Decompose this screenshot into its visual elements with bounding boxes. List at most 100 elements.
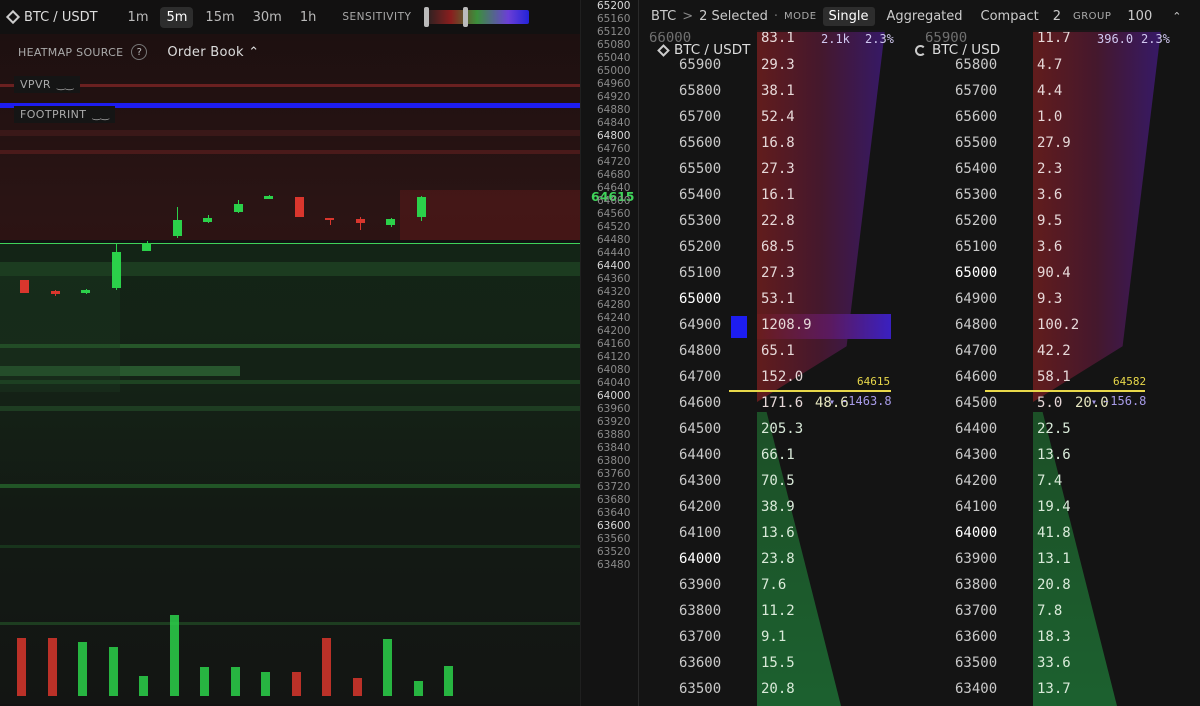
ask-level[interactable]: 65600 1.0 — [915, 106, 1191, 132]
ask-level[interactable]: 65100 3.6 — [915, 236, 1191, 262]
ladder-root[interactable]: BTC — [651, 9, 676, 24]
bid-level[interactable]: 64300 70.5 — [639, 470, 915, 496]
bid-level[interactable]: 63500 20.8 — [639, 678, 915, 704]
eye-closed-icon[interactable]: ‿‿ — [92, 110, 109, 121]
timeframe-1h[interactable]: 1h — [294, 7, 323, 28]
ask-level[interactable]: 64600 58.1 — [915, 366, 1191, 392]
bid-level[interactable]: 63400 13.7 — [915, 678, 1191, 704]
bid-level[interactable]: 63900 7.6 — [639, 574, 915, 600]
bid-level[interactable]: 64400 22.5 — [915, 418, 1191, 444]
sensitivity-max-handle[interactable] — [463, 7, 469, 27]
candle-up[interactable] — [416, 197, 426, 217]
candle-down[interactable] — [50, 291, 60, 294]
heatmap-source: HEATMAP SOURCE ? Order Book ⌃ — [18, 44, 259, 60]
bid-level[interactable]: 63600 15.5 — [639, 652, 915, 678]
level-size: 15.5 — [761, 655, 795, 671]
bid-level[interactable]: 63800 20.8 — [915, 574, 1191, 600]
bid-level[interactable]: 64200 38.9 — [639, 496, 915, 522]
bid-level[interactable]: 63700 7.8 — [915, 600, 1191, 626]
ladder-title[interactable]: BTC / USDT — [657, 42, 755, 58]
bid-level[interactable]: 64500 205.3 — [639, 418, 915, 444]
bid-level[interactable]: 64000 23.8 — [639, 548, 915, 574]
level-price: 65400 — [679, 187, 722, 203]
ask-level[interactable]: 65700 52.4 — [639, 106, 915, 132]
bid-level[interactable]: 63800 11.2 — [639, 600, 915, 626]
bid-level[interactable]: 63600 18.3 — [915, 626, 1191, 652]
ask-level[interactable]: 64700 42.2 — [915, 340, 1191, 366]
candle-up[interactable] — [203, 218, 212, 222]
price-tick: 63480 — [597, 559, 631, 571]
selected-count[interactable]: 2 Selected — [699, 9, 768, 24]
indicator-vpvr[interactable]: VPVR ‿‿ — [14, 76, 80, 93]
bid-level[interactable]: 63500 33.6 — [915, 652, 1191, 678]
ask-level[interactable]: 65500 27.9 — [915, 132, 1191, 158]
ask-level[interactable]: 65700 4.4 — [915, 80, 1191, 106]
bid-level[interactable]: 63700 9.1 — [639, 626, 915, 652]
volume-bar — [47, 637, 57, 696]
ask-level[interactable]: 65600 16.8 — [639, 132, 915, 158]
ask-level[interactable]: 65400 2.3 — [915, 158, 1191, 184]
candle-up[interactable] — [142, 242, 151, 251]
symbol-selector[interactable]: BTC / USDT — [5, 10, 98, 25]
bid-level[interactable]: 64100 19.4 — [915, 496, 1191, 522]
bid-level[interactable]: 64000 41.8 — [915, 522, 1191, 548]
group-chevron-icon[interactable]: ⌃ — [1172, 10, 1181, 23]
candle-up[interactable] — [264, 195, 273, 199]
level-size: 53.1 — [761, 291, 795, 307]
candle-up[interactable] — [233, 203, 243, 212]
timeframe-30m[interactable]: 30m — [247, 7, 288, 28]
candle-down[interactable] — [325, 218, 334, 221]
candle-down[interactable] — [294, 197, 304, 217]
bid-level[interactable]: 63900 13.1 — [915, 548, 1191, 574]
mode-aggregated[interactable]: Aggregated — [881, 7, 969, 26]
candle-down[interactable] — [355, 218, 365, 224]
ask-level[interactable]: 64800 65.1 — [639, 340, 915, 366]
ladder-title[interactable]: BTC / USD — [915, 42, 1005, 58]
ask-level[interactable]: 64900 9.3 — [915, 288, 1191, 314]
ask-level[interactable]: 65100 27.3 — [639, 262, 915, 288]
ask-level[interactable]: 65000 53.1 — [639, 288, 915, 314]
ask-level[interactable]: 65500 27.3 — [639, 158, 915, 184]
candle-up[interactable] — [386, 218, 395, 225]
sensitivity-min-handle[interactable] — [424, 7, 430, 27]
bid-level[interactable]: 64200 7.4 — [915, 470, 1191, 496]
indicator-footprint[interactable]: FOOTPRINT ‿‿ — [14, 106, 116, 123]
heatmap-source-select[interactable]: Order Book ⌃ — [167, 45, 259, 60]
delta-number: -156.8 — [1103, 394, 1147, 408]
compact-count: 2 — [1052, 8, 1061, 24]
bid-level[interactable]: 64100 13.6 — [639, 522, 915, 548]
candle-down[interactable] — [20, 280, 29, 293]
ask-level[interactable]: 65000 90.4 — [915, 262, 1191, 288]
ask-level[interactable]: 64800 100.2 — [915, 314, 1191, 340]
delta-number: -1463.8 — [841, 394, 892, 408]
ask-level[interactable]: 65300 22.8 — [639, 210, 915, 236]
candle-up[interactable] — [111, 252, 121, 289]
level-price: 64400 — [955, 421, 998, 437]
candle-up[interactable] — [81, 289, 90, 293]
timeframe-15m[interactable]: 15m — [199, 7, 240, 28]
ask-level[interactable]: 65300 3.6 — [915, 184, 1191, 210]
mode-compact[interactable]: Compact — [975, 7, 1045, 26]
candle-up[interactable] — [172, 219, 182, 237]
level-price: 65800 — [679, 83, 722, 99]
price-tick: 64160 — [597, 338, 631, 350]
sensitivity-slider[interactable] — [424, 7, 530, 27]
price-tick: 64720 — [597, 156, 631, 168]
ask-level[interactable]: 65400 16.1 — [639, 184, 915, 210]
bid-level[interactable]: 64300 13.6 — [915, 444, 1191, 470]
price-axis[interactable]: 64615 65200 65160 65120 65080 65040 65000 6496… — [580, 0, 638, 706]
ask-level[interactable]: 65800 38.1 — [639, 80, 915, 106]
timeframe-1m[interactable]: 1m — [122, 7, 155, 28]
help-icon[interactable]: ? — [131, 44, 148, 60]
ask-level[interactable]: 65200 68.5 — [639, 236, 915, 262]
eye-closed-icon[interactable]: ‿‿ — [57, 80, 74, 91]
price-tick: 64280 — [597, 299, 631, 311]
mode-single[interactable]: Single — [822, 6, 875, 26]
heatmap-chart[interactable]: BTC / USDT 1m 5m 15m 30m 1h SENSITIVITY HEAT… — [0, 0, 580, 706]
ask-level[interactable]: 65200 9.5 — [915, 210, 1191, 236]
spread-level[interactable]: 64500 5.0 20.0 — [915, 392, 1191, 418]
timeframe-5m[interactable]: 5m — [160, 6, 194, 28]
ask-level[interactable]: 64900 1208.9 — [639, 314, 915, 340]
bid-level[interactable]: 64400 66.1 — [639, 444, 915, 470]
group-select[interactable]: 100 — [1127, 9, 1152, 24]
